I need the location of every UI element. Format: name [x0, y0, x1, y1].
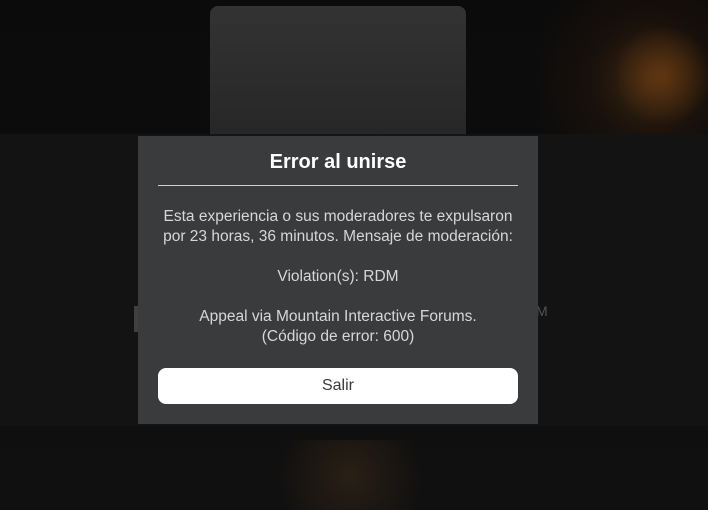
message-line-2: por 23 horas, 36 minutos. Mensaje de mod…	[163, 228, 513, 245]
dialog-message: Esta experiencia o sus moderadores te ex…	[158, 207, 518, 347]
game-background: M Error al unirse Esta experiencia o sus…	[0, 0, 708, 510]
appeal-text: Appeal via Mountain Interactive Forums.	[199, 308, 477, 325]
error-code-text: (Código de error: 600)	[261, 328, 415, 345]
background-light-glow	[618, 20, 708, 130]
violation-text: Violation(s): RDM	[277, 268, 399, 285]
dialog-title: Error al unirse	[269, 151, 407, 173]
exit-button[interactable]: Salir	[158, 368, 518, 404]
error-dialog: Error al unirse Esta experiencia o sus m…	[138, 136, 538, 424]
message-line-1: Esta experiencia o sus moderadores te ex…	[163, 208, 513, 225]
background-card	[210, 6, 466, 146]
title-divider	[158, 185, 518, 186]
background-bottom-glow	[250, 440, 450, 510]
